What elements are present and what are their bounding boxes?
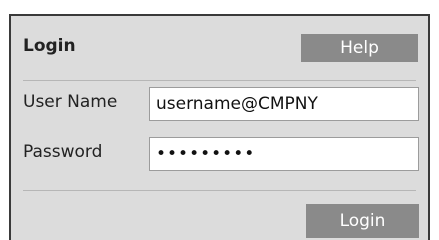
help-button[interactable]: Help [301, 34, 418, 62]
login-title: Login [23, 36, 76, 56]
divider [23, 190, 416, 191]
divider [23, 80, 416, 81]
login-panel: Login Help User Name Password Login [9, 14, 430, 240]
password-field[interactable] [149, 137, 419, 171]
username-label: User Name [23, 92, 118, 112]
login-button[interactable]: Login [306, 204, 419, 238]
password-label: Password [23, 142, 103, 162]
username-field[interactable] [149, 87, 419, 121]
